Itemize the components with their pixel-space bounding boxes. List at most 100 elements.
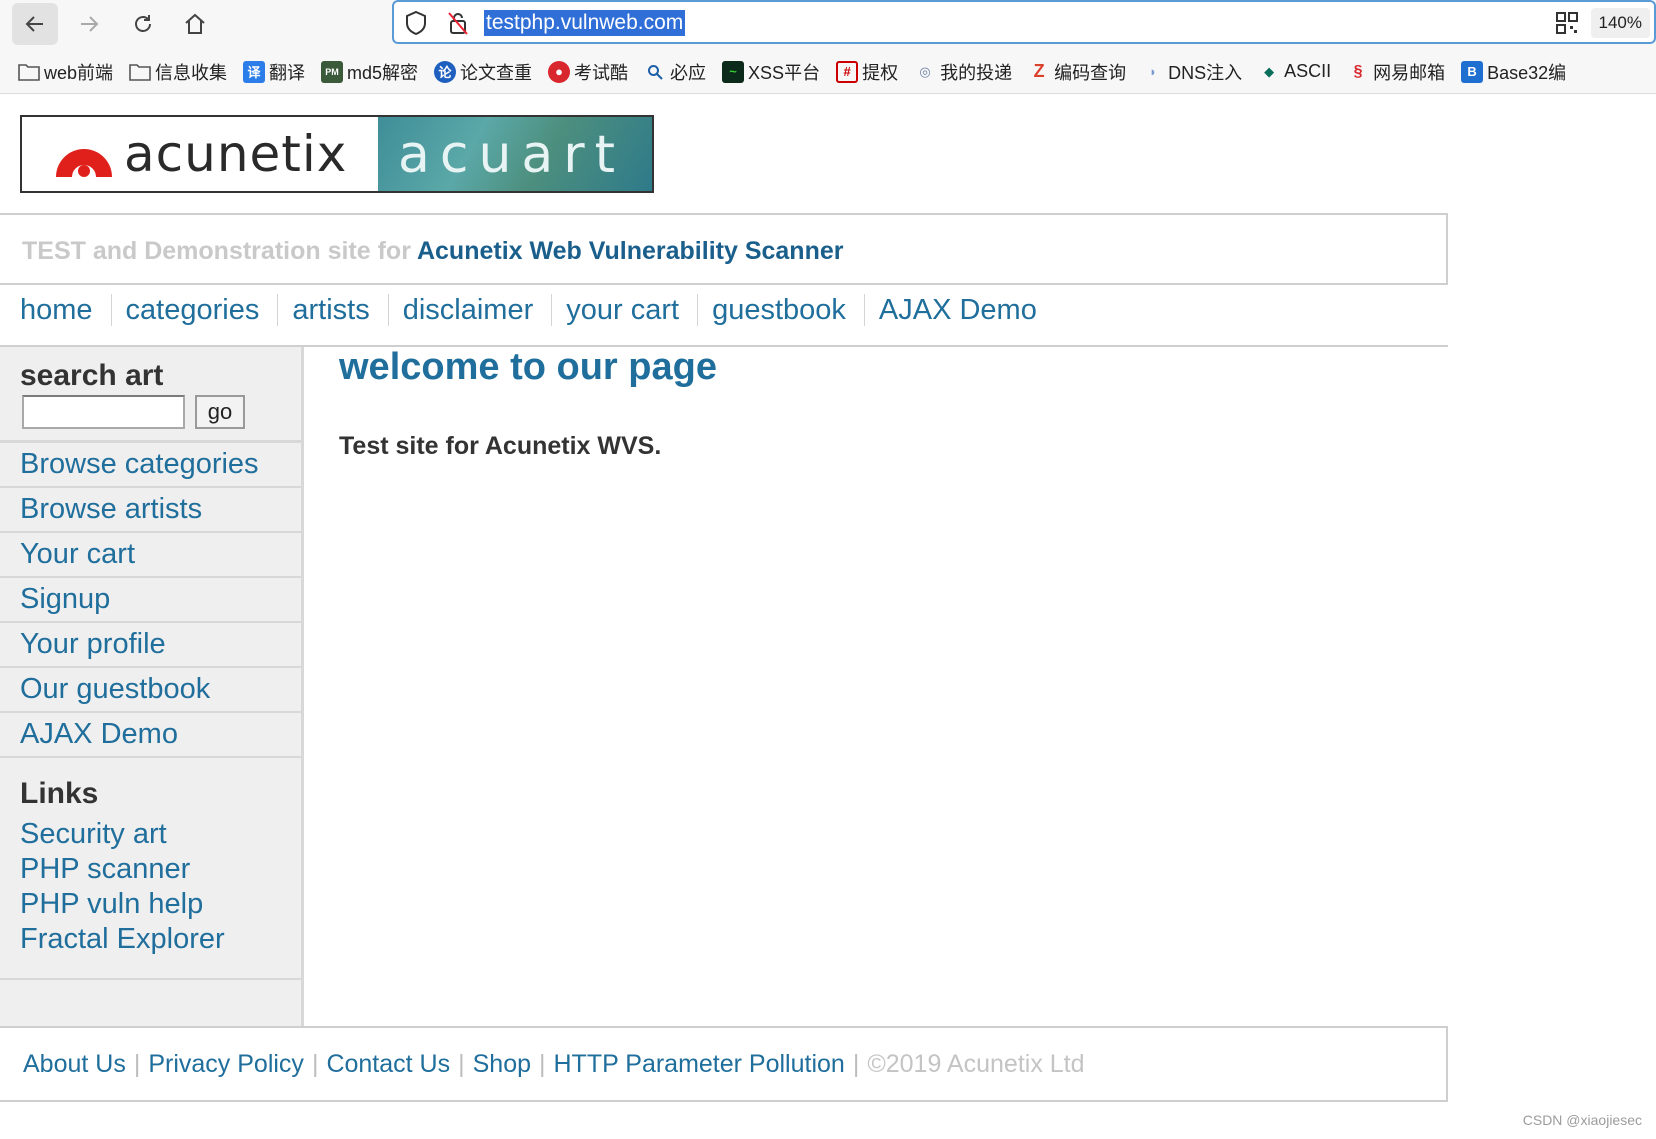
site-logo[interactable]: acunetix acuart	[20, 115, 654, 193]
bookmark-translate[interactable]: 译翻译	[243, 59, 305, 85]
nav-ajax-demo[interactable]: AJAX Demo	[879, 294, 1037, 327]
links-heading: Links	[20, 777, 99, 810]
z-icon: Z	[1033, 61, 1045, 81]
bookmark-label: 考试酷	[574, 62, 629, 83]
nav-divider	[110, 294, 112, 326]
bookmark-web-frontend[interactable]: web前端	[18, 59, 113, 85]
footer-about-us[interactable]: About Us	[23, 1050, 126, 1079]
site-tagline: TEST and Demonstration site for Acunetix…	[22, 237, 843, 266]
zoom-level[interactable]: 140%	[1590, 8, 1650, 38]
nav-guestbook[interactable]: guestbook	[712, 294, 846, 327]
footer-links: About Us | Privacy Policy | Contact Us | Sh…	[23, 1050, 1085, 1079]
nav-divider	[697, 294, 699, 326]
bookmark-label: web前端	[44, 62, 114, 83]
translate-icon: 译	[243, 60, 266, 83]
bookmark-bing[interactable]: 必应	[644, 59, 706, 85]
bookmark-encoding[interactable]: Z 编码查询	[1028, 59, 1127, 85]
top-navigation: home categories artists disclaimer your …	[20, 290, 1037, 330]
bookmark-paper-check[interactable]: 论论文查重	[434, 59, 532, 85]
sidebar-item-ajax-demo[interactable]: AJAX Demo	[0, 713, 301, 758]
footer-divider: |	[458, 1050, 465, 1078]
footer-divider: |	[539, 1050, 546, 1078]
bookmark-md5[interactable]: PM md5解密	[321, 59, 418, 85]
arrow-left-icon	[25, 16, 43, 32]
bookmark-label: XSS平台	[748, 62, 821, 83]
paper-check-icon: 论	[434, 60, 457, 83]
logo-acunetix-text: acunetix	[124, 125, 348, 183]
exam-icon: ●	[548, 60, 571, 83]
bookmark-privesc[interactable]: # 提权	[836, 59, 898, 85]
search-input[interactable]	[22, 395, 185, 429]
bookmark-label: 信息收集	[155, 62, 228, 83]
nav-divider	[863, 294, 865, 326]
nav-categories[interactable]: categories	[126, 294, 260, 327]
footer-copyright: ©2019 Acunetix Ltd	[867, 1050, 1085, 1078]
b-icon: B	[1461, 60, 1484, 83]
md5-icon: PM	[321, 60, 344, 83]
insecure-lock-icon[interactable]	[446, 10, 470, 36]
url-text[interactable]: testphp.vulnweb.com	[484, 10, 686, 36]
sidebar-item-browse-artists[interactable]: Browse artists	[0, 488, 301, 533]
qr-code-icon[interactable]	[1556, 12, 1578, 34]
bookmark-label: DNS注入	[1168, 62, 1243, 83]
tagline-bar: TEST and Demonstration site for Acunetix…	[0, 213, 1448, 285]
bookmark-info-gathering[interactable]: 信息收集	[129, 59, 227, 85]
bookmark-label: 我的投递	[940, 62, 1013, 83]
footer: About Us | Privacy Policy | Contact Us | Sh…	[0, 1026, 1448, 1102]
page-title: welcome to our page	[339, 346, 717, 388]
back-button[interactable]	[12, 3, 58, 45]
bookmarks-bar: web前端 信息收集 译翻译 PM md5解密 论论文查重 ● 考试酷 必应 ~ XS…	[0, 50, 1656, 94]
search-title: search art	[20, 359, 164, 392]
link-php-scanner[interactable]: PHP scanner	[20, 852, 225, 887]
browser-toolbar: testphp.vulnweb.com 140%	[0, 0, 1656, 50]
nav-divider	[277, 294, 279, 326]
nav-artists[interactable]: artists	[292, 294, 369, 327]
link-security-art[interactable]: Security art	[20, 817, 225, 852]
nav-disclaimer[interactable]: disclaimer	[403, 294, 534, 327]
bookmark-label: md5解密	[347, 62, 419, 83]
acuart-logo: acuart	[378, 117, 652, 191]
footer-divider: |	[852, 1050, 860, 1078]
sidebar-item-your-cart[interactable]: Your cart	[0, 533, 301, 578]
sidebar-item-signup[interactable]: Signup	[0, 578, 301, 623]
page-text: Test site for Acunetix WVS.	[339, 432, 662, 460]
bookmark-ascii[interactable]: ◆ ASCII	[1258, 61, 1331, 83]
bookmark-label: 必应	[670, 62, 707, 83]
sidebar-menu: Browse categories Browse artists Your ca…	[0, 443, 301, 758]
bookmark-my-delivery[interactable]: ◎ 我的投递	[914, 59, 1012, 85]
home-button[interactable]	[172, 3, 218, 45]
bookmark-label: Base32编	[1487, 62, 1567, 83]
sidebar: search art go Browse categories Browse a…	[0, 347, 304, 1027]
bookmark-label: 编码查询	[1054, 62, 1127, 83]
footer-shop[interactable]: Shop	[473, 1050, 531, 1079]
address-bar[interactable]: testphp.vulnweb.com 140%	[392, 0, 1656, 44]
link-fractal-explorer[interactable]: Fractal Explorer	[20, 922, 225, 957]
sidebar-item-our-guestbook[interactable]: Our guestbook	[0, 668, 301, 713]
link-php-vuln-help[interactable]: PHP vuln help	[20, 887, 225, 922]
folder-icon	[129, 61, 151, 83]
footer-http-parameter-pollution[interactable]: HTTP Parameter Pollution	[554, 1050, 845, 1079]
bookmark-dns[interactable]: ◗ DNS注入	[1142, 59, 1242, 85]
reload-icon	[135, 15, 151, 32]
footer-contact-us[interactable]: Contact Us	[326, 1050, 450, 1079]
folder-icon	[18, 61, 40, 83]
sidebar-item-your-profile[interactable]: Your profile	[0, 623, 301, 668]
links-list: Security art PHP scanner PHP vuln help F…	[20, 817, 225, 957]
bookmark-label: 论文查重	[460, 62, 533, 83]
nav-your-cart[interactable]: your cart	[566, 294, 679, 327]
nav-home[interactable]: home	[20, 294, 93, 327]
bookmark-xss[interactable]: ~ XSS平台	[722, 59, 820, 85]
bookmark-exam[interactable]: ● 考试酷	[548, 59, 628, 85]
reload-button[interactable]	[120, 3, 166, 45]
ascii-icon: ◆	[1264, 63, 1275, 79]
tagline-prefix: TEST and Demonstration site for	[22, 237, 411, 265]
bookmark-netease-mail[interactable]: § 网易邮箱	[1347, 59, 1445, 85]
sidebar-item-browse-categories[interactable]: Browse categories	[0, 443, 301, 488]
search-go-button[interactable]: go	[195, 395, 245, 429]
tagline-brand-link[interactable]: Acunetix Web Vulnerability Scanner	[417, 237, 844, 265]
forward-button[interactable]	[66, 3, 112, 45]
bookmark-base32[interactable]: B Base32编	[1461, 59, 1566, 85]
search-icon	[644, 61, 666, 83]
footer-privacy-policy[interactable]: Privacy Policy	[148, 1050, 304, 1079]
shield-icon[interactable]	[404, 10, 428, 36]
